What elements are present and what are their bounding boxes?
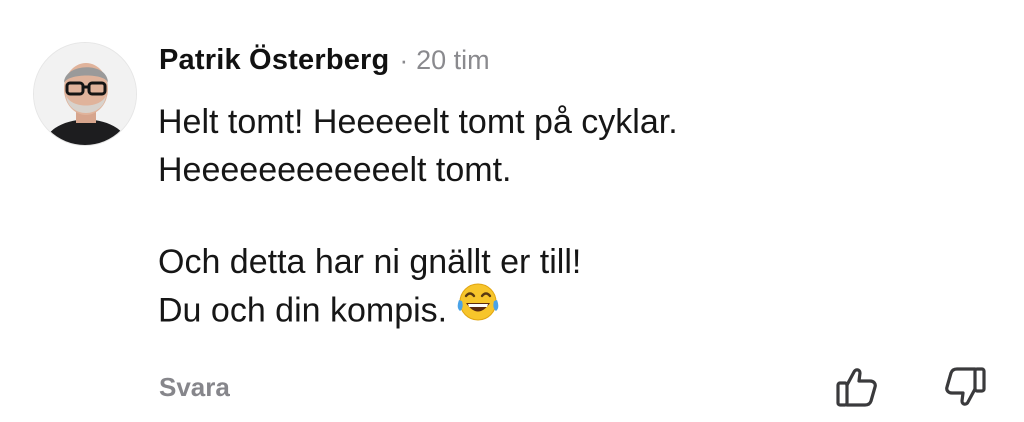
comment-line-blank	[158, 194, 678, 238]
comment-line: Och detta har ni gnällt er till!	[158, 243, 582, 281]
like-button[interactable]	[834, 364, 880, 410]
thumbs-down-icon	[945, 367, 986, 406]
timestamp: 20 tim	[416, 45, 490, 75]
avatar-photo	[34, 43, 136, 145]
comment: Patrik Österberg · 20 tim Helt tomt! Hee…	[0, 0, 1024, 422]
dislike-button[interactable]	[942, 364, 988, 410]
thumbs-up-icon	[836, 368, 877, 407]
comment-line-with-emoji: Du och din kompis.	[158, 283, 678, 334]
comment-line: Du och din kompis.	[158, 291, 448, 330]
comment-header: Patrik Österberg · 20 tim	[159, 44, 490, 84]
comment-line: Helt tomt! Heeeeelt tomt på cyklar.	[158, 103, 678, 141]
face-with-tears-of-joy-icon	[455, 282, 501, 335]
separator-dot: ·	[399, 45, 409, 75]
comment-line: Heeeeeeeeeeeelt tomt.	[158, 151, 512, 189]
reply-button[interactable]: Svara	[159, 372, 230, 403]
comment-body: Helt tomt! Heeeeelt tomt på cyklar. Heee…	[158, 98, 678, 334]
avatar[interactable]	[33, 42, 137, 146]
author-name[interactable]: Patrik Österberg	[159, 44, 389, 77]
